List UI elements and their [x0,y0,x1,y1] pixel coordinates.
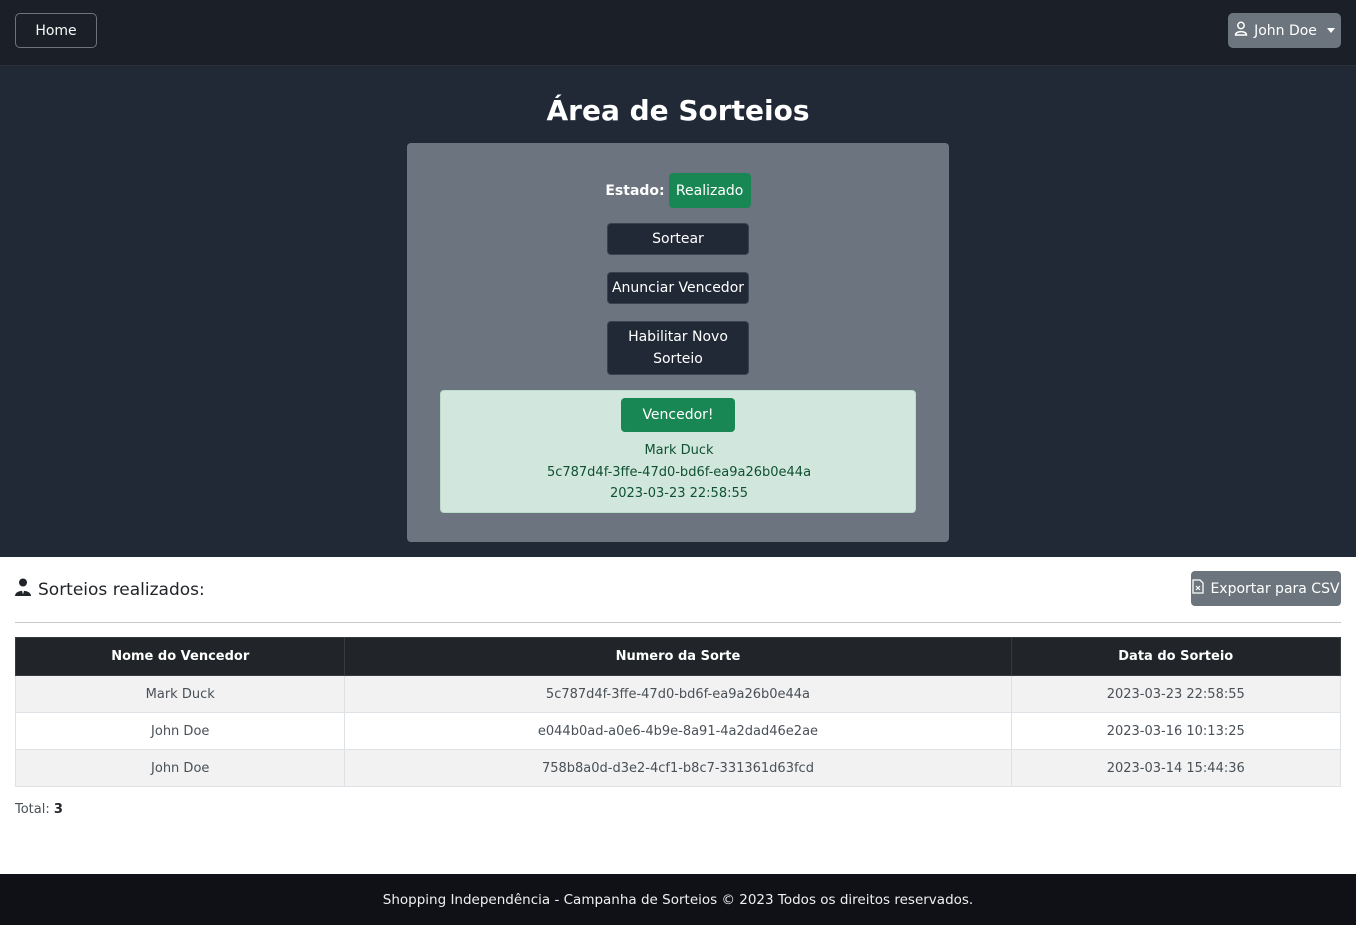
draw-date-cell: 2023-03-23 22:58:55 [1010,675,1341,713]
winner-name-cell: John Doe [14,712,346,750]
winner-button[interactable]: Vencedor! [621,398,735,432]
results-title-text: Sorteios realizados: [38,579,205,600]
column-header: Nome do Vencedor [14,637,346,676]
footer-text: Shopping Independência - Campanha de Sor… [382,891,974,908]
lucky-number-cell: 758b8a0d-d3e2-4cf1-b8c7-331361d63fcd [344,749,1012,787]
table-row: John Doe e044b0ad-a0e6-4b9e-8a91-4a2dad4… [14,712,1341,750]
user-menu-button[interactable]: John Doe [1228,13,1341,48]
lucky-number-cell: e044b0ad-a0e6-4b9e-8a91-4a2dad46e2ae [344,712,1012,750]
section-divider [15,622,1341,623]
home-button[interactable]: Home [15,13,97,48]
announce-winner-button[interactable]: Anunciar Vencedor [607,272,749,304]
draw-date-cell: 2023-03-16 10:13:25 [1010,712,1341,750]
chevron-down-icon [1326,28,1335,33]
lucky-number-cell: 5c787d4f-3ffe-47d0-bd6f-ea9a26b0e44a [344,675,1012,713]
winner-details: Mark Duck 5c787d4f-3ffe-47d0-bd6f-ea9a26… [441,440,917,505]
enable-new-draw-label-line1: Habilitar Novo [628,329,728,345]
hero-section: Área de Sorteios Estado: Realizado Sorte… [0,66,1356,557]
status-label: Estado: [605,182,665,199]
column-header: Data do Sorteio [1010,637,1341,676]
draw-control-panel: Estado: Realizado Sortear Anunciar Vence… [407,143,949,542]
total-label: Total: [15,802,50,817]
table-header-row: Nome do Vencedor Numero da Sorte Data do… [14,637,1341,676]
user-name-label: John Doe [1254,22,1317,39]
winner-name-cell: Mark Duck [14,675,346,713]
column-header: Numero da Sorte [344,637,1012,676]
enable-new-draw-label-line2: Sorteio [653,351,703,367]
winner-name: Mark Duck [644,443,714,458]
winner-name-cell: John Doe [14,749,346,787]
results-header: Sorteios realizados: Exportar para CSV [15,570,1341,610]
status-row: Estado: Realizado [407,173,949,208]
table-row: Mark Duck 5c787d4f-3ffe-47d0-bd6f-ea9a26… [14,675,1341,713]
file-csv-icon [1192,579,1205,598]
total-value: 3 [53,802,63,817]
winner-date: 2023-03-23 22:58:55 [609,486,749,501]
total-count: Total: 3 [15,802,63,817]
results-table: Nome do Vencedor Numero da Sorte Data do… [14,637,1341,787]
draw-date-cell: 2023-03-14 15:44:36 [1010,749,1341,787]
user-outline-icon [1234,21,1248,40]
export-csv-button[interactable]: Exportar para CSV [1191,571,1341,606]
enable-new-draw-button[interactable]: Habilitar Novo Sorteio [607,321,749,375]
winner-code: 5c787d4f-3ffe-47d0-bd6f-ea9a26b0e44a [546,464,812,480]
export-csv-label: Exportar para CSV [1210,580,1340,597]
results-title: Sorteios realizados: [15,578,205,601]
top-navbar: Home John Doe [0,0,1356,66]
footer: Shopping Independência - Campanha de Sor… [0,874,1356,925]
table-row: John Doe 758b8a0d-d3e2-4cf1-b8c7-331361d… [14,749,1341,787]
status-badge: Realizado [668,173,751,208]
page-title: Área de Sorteios [546,94,810,127]
user-tie-icon [15,578,31,601]
winner-alert: Vencedor! Mark Duck 5c787d4f-3ffe-47d0-b… [440,390,916,513]
sortear-button[interactable]: Sortear [607,223,749,255]
